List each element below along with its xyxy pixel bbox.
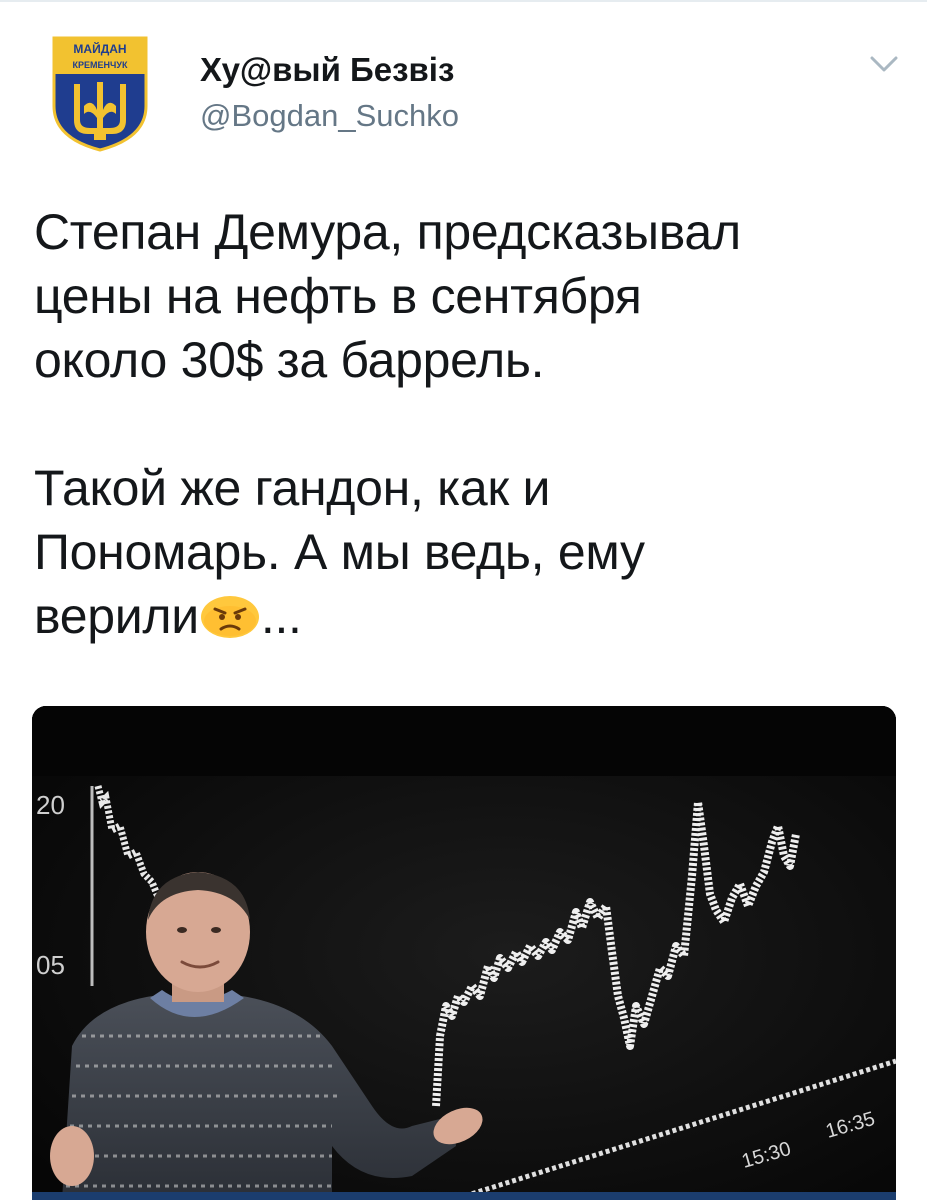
maidan-kremenchuk-emblem: МАЙДАН КРЕМЕНЧУК — [52, 36, 148, 152]
emblem-text-top: МАЙДАН — [73, 41, 126, 56]
axis-label-top: 20 — [36, 790, 65, 820]
avatar[interactable]: МАЙДАН КРЕМЕНЧУК — [50, 36, 150, 152]
axis-label-middle: 05 — [36, 950, 65, 980]
author-handle[interactable]: @Bogdan_Suchko — [200, 96, 459, 136]
tweet-text-word: верили — [34, 588, 199, 644]
tweet-text-line: Степан Демура, предсказывал — [34, 204, 741, 260]
emblem-text-bottom: КРЕМЕНЧУК — [73, 60, 128, 70]
tweet-media-photo[interactable]: 20 05 15:30 16:35 — [32, 706, 896, 1200]
chevron-down-icon — [870, 56, 898, 72]
tweet-text: Степан Демура, предсказывал цены на нефт… — [34, 200, 904, 648]
author-block[interactable]: Ху@вый Безвіз @Bogdan_Suchko — [200, 50, 459, 136]
tweet-text-line: цены на нефть в сентября — [34, 268, 642, 324]
tweet-text-ellipsis: ... — [260, 588, 302, 644]
tweet-text-line: Такой же гандон, как и — [34, 460, 551, 516]
top-divider — [0, 0, 927, 2]
tweet-text-line: Пономарь. А мы ведь, ему — [34, 524, 645, 580]
author-display-name[interactable]: Ху@вый Безвіз — [200, 50, 459, 90]
tweet-text-last-line: верили ... — [34, 584, 904, 648]
tweet-text-line: около 30$ за баррель. — [34, 332, 545, 388]
angry-face-emoji-icon — [199, 590, 261, 638]
tweet-menu-button[interactable] — [864, 50, 904, 78]
stock-chart-photo: 20 05 15:30 16:35 — [32, 706, 896, 1200]
